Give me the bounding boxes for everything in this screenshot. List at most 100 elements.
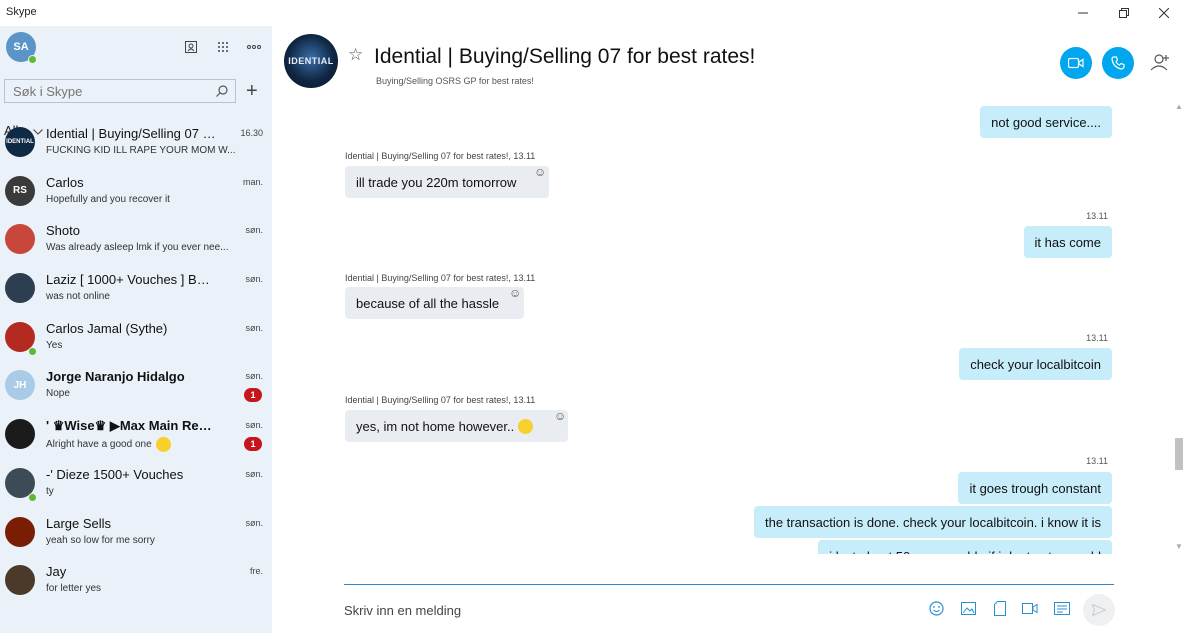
message-outgoing[interactable]: i lost about 50m osrs gold.. if i dont g…	[818, 540, 1112, 554]
send-icon	[1092, 604, 1106, 616]
search-box[interactable]	[4, 79, 236, 103]
chat-time: søn.	[245, 420, 263, 431]
video-call-button[interactable]	[1060, 47, 1092, 79]
message-sender: Idential | Buying/Selling 07 for best ra…	[345, 151, 536, 161]
chat-list-item[interactable]: RS Carlos Hopefully and you recover it man.	[0, 167, 272, 216]
chat-preview-text: Alright have a good one	[46, 439, 152, 451]
message-outgoing[interactable]: the transaction is done. check your loca…	[753, 506, 1112, 538]
contact-avatar	[5, 565, 35, 596]
send-file-button[interactable]	[992, 600, 1008, 616]
dialpad-button[interactable]	[213, 38, 233, 56]
contact-avatar-text: IDENTIAL	[6, 139, 34, 145]
contact-avatar: RS	[5, 175, 35, 206]
chat-list-item[interactable]: JH Jorge Naranjo Hidalgo Nope søn. 1	[0, 361, 272, 410]
contact-avatar: IDENTIAL	[5, 127, 35, 157]
chat-list-item[interactable]: -' Dieze 1500+ Vouches ty søn.	[0, 459, 272, 508]
message-outgoing[interactable]: it goes trough constant	[958, 472, 1112, 504]
scroll-up-icon[interactable]: ▲	[1175, 102, 1183, 111]
chat-preview-text: FUCKING KID ILL RAPE YOUR MOM W...	[46, 145, 236, 156]
restore-icon	[1119, 8, 1129, 18]
chat-preview: Yes	[46, 340, 236, 351]
contact-avatar	[5, 273, 35, 304]
online-status-icon	[28, 492, 37, 502]
chat-list-item[interactable]: ' ♛Wise♛ ▶Max Main Rentals Alright have a…	[0, 410, 272, 459]
scroll-thumb[interactable]	[1175, 438, 1183, 470]
scroll-down-icon[interactable]: ▼	[1175, 542, 1183, 551]
message-sender: Idential | Buying/Selling 07 for best ra…	[345, 273, 536, 283]
online-status-icon	[28, 55, 37, 64]
chat-preview: ty	[46, 486, 236, 497]
emoji-button[interactable]	[928, 600, 944, 616]
chat-preview-text: Hopefully and you recover it	[46, 193, 170, 205]
send-contact-button[interactable]	[1054, 600, 1070, 616]
chat-preview: Nope	[46, 388, 236, 399]
message-sender: Idential | Buying/Selling 07 for best ra…	[345, 395, 536, 405]
audio-call-button[interactable]	[1102, 47, 1134, 79]
composer-divider	[344, 584, 1114, 585]
message-scrollbar[interactable]	[1172, 98, 1185, 554]
send-image-button[interactable]	[960, 600, 976, 616]
chat-list-item[interactable]: Large Sells yeah so low for me sorry søn.	[0, 508, 272, 557]
chat-name: Shoto	[46, 223, 80, 239]
chat-name: -' Dieze 1500+ Vouches	[46, 466, 184, 482]
message-time: 13.11	[1086, 333, 1108, 343]
chat-name: ' ♛Wise♛ ▶Max Main Rentals	[46, 418, 216, 434]
contact-avatar: JH	[5, 370, 35, 401]
video-call-icon	[1068, 57, 1084, 69]
contacts-icon	[185, 41, 197, 53]
contact-avatar	[5, 516, 35, 547]
contact-avatar	[5, 419, 35, 450]
search-input[interactable]	[13, 84, 203, 99]
chat-preview: for letter yes	[46, 583, 236, 594]
message-incoming[interactable]: ill trade you 220m tomorrow	[345, 166, 549, 198]
my-initials: SA	[13, 41, 29, 53]
chat-preview: Alright have a good one	[46, 437, 236, 453]
contact-card-icon	[1054, 601, 1070, 615]
message-outgoing[interactable]: not good service....	[980, 106, 1112, 138]
add-people-button[interactable]	[1147, 50, 1173, 76]
close-button[interactable]	[1144, 2, 1184, 24]
more-button[interactable]	[244, 38, 264, 56]
send-button[interactable]	[1083, 594, 1115, 626]
minimize-icon	[1078, 12, 1088, 14]
message-outgoing[interactable]: check your localbitcoin	[959, 348, 1112, 380]
chat-list-item[interactable]: Jay for letter yes fre.	[0, 556, 272, 605]
title-bar: Skype	[0, 0, 1185, 26]
image-icon	[960, 601, 976, 615]
chat-preview-text: for letter yes	[46, 583, 102, 595]
emoji-icon	[928, 600, 944, 616]
contact-avatar-text: RS	[13, 185, 27, 197]
react-smiley-icon[interactable]: ☺	[534, 165, 546, 179]
react-smiley-icon[interactable]: ☺	[509, 286, 521, 300]
chat-time: søn.	[245, 225, 263, 236]
message-incoming[interactable]: because of all the hassle	[345, 287, 524, 319]
chat-preview: FUCKING KID ILL RAPE YOUR MOM W...	[46, 145, 236, 156]
message-incoming[interactable]: yes, im not home however..	[345, 410, 568, 442]
message-time: 13.11	[1086, 456, 1108, 466]
chat-preview: Hopefully and you recover it	[46, 194, 236, 205]
chat-preview-text: Yes	[46, 339, 63, 351]
message-outgoing[interactable]: it has come	[1023, 226, 1112, 258]
favorite-star-icon[interactable]: ☆	[348, 45, 363, 65]
chat-list-item[interactable]: Shoto Was already asleep lmk if you ever …	[0, 215, 272, 264]
conversation-title[interactable]: Idential | Buying/Selling 07 for best ra…	[374, 45, 755, 69]
new-chat-button[interactable]: +	[246, 81, 258, 101]
search-icon	[216, 85, 228, 97]
message-input[interactable]	[344, 600, 904, 620]
contacts-button[interactable]	[181, 38, 201, 56]
chat-preview-text: yeah so low for me sorry	[46, 534, 155, 546]
chat-list-item[interactable]: IDENTIAL Idential | Buying/Selling 07 for…	[0, 118, 272, 167]
conversation-header: IDENTIAL ☆ Idential | Buying/Selling 07 …	[272, 26, 1185, 98]
chat-list-item[interactable]: Laziz [ 1000+ Vouches ] Buy & Sell OSRS w…	[0, 264, 272, 313]
restore-button[interactable]	[1104, 2, 1144, 24]
close-icon	[1159, 8, 1169, 18]
minimize-button[interactable]	[1063, 2, 1103, 24]
add-people-icon	[1150, 54, 1169, 71]
react-smiley-icon[interactable]: ☺	[554, 409, 566, 423]
chat-name: Laziz [ 1000+ Vouches ] Buy & Sell OSRS	[46, 272, 216, 288]
dialpad-icon	[218, 42, 228, 52]
chat-list-item[interactable]: Carlos Jamal (Sythe) Yes søn.	[0, 313, 272, 362]
unread-badge: 1	[244, 437, 262, 452]
conversation-avatar[interactable]: IDENTIAL	[284, 34, 338, 88]
video-message-button[interactable]	[1022, 600, 1038, 616]
